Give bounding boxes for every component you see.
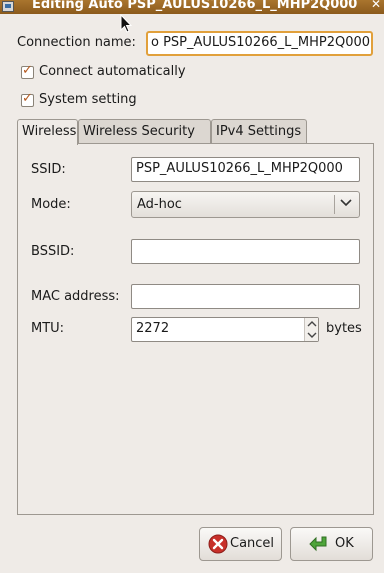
tab-wireless[interactable]: Wireless xyxy=(17,119,78,145)
mode-select-value: Ad-hoc xyxy=(137,197,182,212)
bssid-input[interactable] xyxy=(131,239,360,264)
combo-separator xyxy=(334,195,335,214)
connection-name-input[interactable]: o PSP_AULUS10266_L_MHP2Q000 xyxy=(146,31,373,56)
ok-button-label: OK xyxy=(335,536,354,551)
ssid-input[interactable]: PSP_AULUS10266_L_MHP2Q000 xyxy=(131,157,360,182)
mtu-value: 2272 xyxy=(136,321,170,336)
tab-wireless-security[interactable]: Wireless Security xyxy=(78,119,211,144)
cancel-button-label: Cancel xyxy=(230,536,275,551)
mtu-label: MTU: xyxy=(31,321,65,336)
spin-down-icon[interactable] xyxy=(307,331,317,339)
cancel-button[interactable]: Cancel xyxy=(199,527,282,561)
mtu-unit-label: bytes xyxy=(326,321,362,336)
mode-select[interactable]: Ad-hoc xyxy=(131,191,360,218)
app-icon xyxy=(2,1,14,12)
chevron-down-icon xyxy=(340,199,352,207)
checkbox-checked-icon[interactable] xyxy=(21,91,34,107)
checkbox-checked-icon[interactable] xyxy=(21,63,34,79)
window-title: Editing Auto PSP_AULUS10266_L_MHP2Q000 xyxy=(32,0,358,12)
mtu-spinbox[interactable]: 2272 xyxy=(131,317,319,342)
mac-address-label: MAC address: xyxy=(31,289,120,304)
close-icon[interactable]: ✕ xyxy=(370,0,382,13)
mode-label: Mode: xyxy=(31,197,71,212)
mac-address-input[interactable] xyxy=(131,284,360,309)
bssid-label: BSSID: xyxy=(31,244,75,259)
mtu-spin-buttons xyxy=(304,318,318,341)
ok-arrow-icon xyxy=(309,536,327,552)
mouse-cursor-icon xyxy=(120,14,132,33)
title-bar[interactable]: Editing Auto PSP_AULUS10266_L_MHP2Q000 ✕ xyxy=(0,0,384,14)
spin-up-icon[interactable] xyxy=(307,320,317,328)
system-setting-label: System setting xyxy=(39,92,137,107)
ok-button[interactable]: OK xyxy=(290,527,373,561)
connect-automatically-label: Connect automatically xyxy=(39,64,186,79)
tab-ipv4-settings[interactable]: IPv4 Settings xyxy=(211,119,307,144)
cancel-icon xyxy=(208,534,228,554)
ssid-label: SSID: xyxy=(31,162,66,177)
connection-name-label: Connection name: xyxy=(17,35,136,50)
